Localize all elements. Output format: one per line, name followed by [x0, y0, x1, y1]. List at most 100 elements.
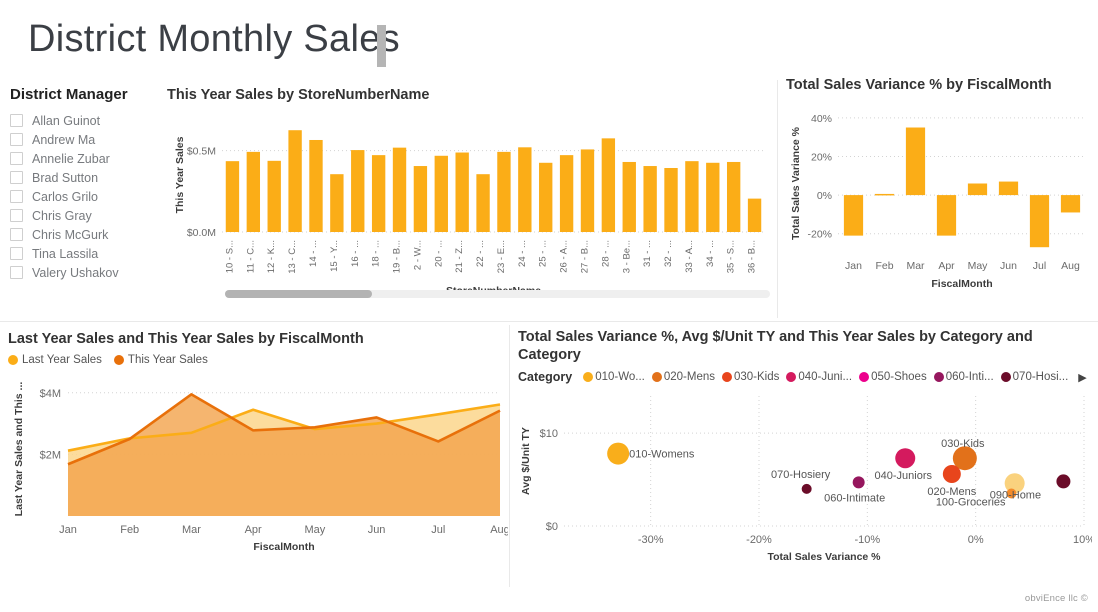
- column-chart-plot[interactable]: $0.0M $0.5MThis Year Sales 10 - S... 11 - C…: [167, 110, 767, 300]
- bar-column[interactable]: [664, 168, 678, 233]
- scatter-bubble[interactable]: [895, 448, 916, 469]
- scatter-bubble[interactable]: [607, 442, 630, 465]
- bar-column[interactable]: [497, 151, 511, 233]
- area-chart-plot[interactable]: $2M $4M Last Year Sales and This ... Jan Feb…: [8, 368, 508, 563]
- x-axis-tick-label: 32 - ...: [663, 240, 674, 267]
- y-axis-tick-label: $10: [540, 428, 558, 440]
- x-axis-tick-label: 22 - ...: [475, 240, 486, 267]
- bar-column[interactable]: [998, 181, 1019, 196]
- bar-column[interactable]: [539, 162, 553, 233]
- last-year-this-year-sales-chart[interactable]: Last Year Sales and This Year Sales by F…: [8, 330, 508, 565]
- legend-entry-070hosi[interactable]: 070-Hosi...: [1000, 371, 1068, 383]
- slicer-item-list[interactable]: Allan Guinot Andrew Ma Annelie Zubar Brad S…: [10, 111, 160, 282]
- variance-unitprice-by-category-chart[interactable]: Total Sales Variance %, Avg $/Unit TY an…: [518, 328, 1092, 568]
- checkbox-icon[interactable]: [10, 171, 23, 184]
- x-axis-tick-label: Aug: [490, 524, 508, 536]
- legend-items[interactable]: 010-Wo... 020-Mens 030-Kids 040-Juni... 050-…: [583, 371, 1068, 383]
- bar-column[interactable]: [747, 198, 762, 233]
- area-chart-legend[interactable]: Last Year Sales This Year Sales: [8, 354, 508, 366]
- x-axis-tick-label: Feb: [120, 524, 139, 536]
- bar-column[interactable]: [518, 147, 532, 233]
- x-axis-tick-label: 24 - ...: [517, 240, 528, 267]
- bar-column[interactable]: [434, 155, 448, 233]
- bar-column[interactable]: [726, 162, 741, 233]
- bar-column[interactable]: [580, 149, 595, 233]
- bar-column[interactable]: [267, 160, 281, 233]
- column-chart-scrollbar[interactable]: [225, 290, 770, 298]
- checkbox-icon[interactable]: [10, 247, 23, 260]
- bar-column[interactable]: [1029, 195, 1050, 248]
- page-title: District Monthly Sales: [28, 18, 400, 60]
- bar-column[interactable]: [559, 155, 574, 233]
- scatter-chart-plot[interactable]: $0 $10 -30% -20% -10% 0% 10% Avg $/Unit TY 010-W…: [518, 386, 1092, 571]
- checkbox-icon[interactable]: [10, 152, 23, 165]
- bar-column[interactable]: [643, 166, 657, 233]
- checkbox-icon[interactable]: [10, 190, 23, 203]
- bar-column[interactable]: [246, 151, 261, 233]
- bar-column[interactable]: [309, 140, 323, 233]
- bar-column[interactable]: [685, 161, 699, 233]
- slicer-item-chris-gray[interactable]: Chris Gray: [10, 206, 160, 225]
- this-year-sales-by-store-chart[interactable]: This Year Sales by StoreNumberName $0.0M…: [167, 86, 767, 301]
- bar-column[interactable]: [936, 195, 957, 236]
- checkbox-icon[interactable]: [10, 266, 23, 279]
- scatter-bubble[interactable]: [942, 465, 961, 484]
- scatter-bubble[interactable]: [1056, 474, 1071, 489]
- scatter-bubble[interactable]: [801, 484, 812, 495]
- legend-entry-this-year-sales[interactable]: This Year Sales: [113, 354, 208, 366]
- legend-next-arrow-icon[interactable]: ▶: [1078, 371, 1086, 384]
- bar-column[interactable]: [371, 155, 386, 233]
- bar-column[interactable]: [392, 147, 407, 233]
- slicer-item-label: Chris Gray: [32, 208, 92, 223]
- slicer-item-andrew-ma[interactable]: Andrew Ma: [10, 130, 160, 149]
- scatter-chart-legend[interactable]: Category 010-Wo... 020-Mens 030-Kids 040-Ju…: [518, 370, 1092, 384]
- x-axis-tick-label: 15 - Y...: [329, 240, 340, 272]
- legend-entry-050shoes[interactable]: 050-Shoes: [859, 371, 927, 383]
- x-axis-tick-label: May: [968, 260, 989, 272]
- slicer-item-label: Carlos Grilo: [32, 189, 98, 204]
- slicer-item-annelie-zubar[interactable]: Annelie Zubar: [10, 149, 160, 168]
- legend-entry-030kids[interactable]: 030-Kids: [721, 371, 779, 383]
- bar-column[interactable]: [905, 127, 926, 196]
- legend-entry-040juni[interactable]: 040-Juni...: [786, 371, 852, 383]
- bar-column[interactable]: [1060, 195, 1081, 213]
- slicer-item-carlos-grilo[interactable]: Carlos Grilo: [10, 187, 160, 206]
- bar-column[interactable]: [601, 138, 616, 233]
- bar-column[interactable]: [622, 162, 636, 233]
- district-manager-slicer[interactable]: District Manager Allan Guinot Andrew Ma An…: [10, 86, 160, 282]
- legend-entry-060inti[interactable]: 060-Inti...: [933, 371, 994, 383]
- bar-column[interactable]: [351, 150, 365, 233]
- variance-chart-plot[interactable]: -20% 0% 20% 40% Total Sales Variance % Jan Feb…: [786, 98, 1092, 303]
- legend-entry-010wo[interactable]: 010-Wo...: [583, 371, 645, 383]
- total-sales-variance-by-month-chart[interactable]: Total Sales Variance % by FiscalMonth -2…: [786, 76, 1092, 301]
- x-axis-tick-label: May: [304, 524, 325, 536]
- y-axis-tick-label: 40%: [811, 113, 832, 125]
- scrollbar-thumb[interactable]: [225, 290, 373, 298]
- area-series-this-year[interactable]: [68, 394, 500, 517]
- bar-column[interactable]: [874, 194, 895, 196]
- bar-column[interactable]: [455, 152, 469, 233]
- legend-entry-last-year-sales[interactable]: Last Year Sales: [8, 354, 102, 366]
- x-axis-tick-label: 21 - Z...: [454, 240, 465, 273]
- legend-entry-020mens[interactable]: 020-Mens: [651, 371, 715, 383]
- bar-column[interactable]: [967, 183, 988, 196]
- bar-column[interactable]: [288, 130, 302, 233]
- slicer-item-brad-sutton[interactable]: Brad Sutton: [10, 168, 160, 187]
- bar-column[interactable]: [476, 174, 490, 233]
- bar-column[interactable]: [330, 174, 344, 233]
- bar-column[interactable]: [843, 195, 864, 236]
- slicer-item-chris-mcgurk[interactable]: Chris McGurk: [10, 225, 160, 244]
- bar-column[interactable]: [706, 162, 720, 233]
- slicer-item-label: Annelie Zubar: [32, 151, 110, 166]
- legend-color-dot: [651, 372, 662, 383]
- checkbox-icon[interactable]: [10, 228, 23, 241]
- bar-column[interactable]: [225, 161, 240, 233]
- checkbox-icon[interactable]: [10, 114, 23, 127]
- slicer-item-valery-ushakov[interactable]: Valery Ushakov: [10, 263, 160, 282]
- slicer-item-allan-guinot[interactable]: Allan Guinot: [10, 111, 160, 130]
- checkbox-icon[interactable]: [10, 133, 23, 146]
- bar-column[interactable]: [413, 166, 428, 233]
- slicer-item-tina-lassila[interactable]: Tina Lassila: [10, 244, 160, 263]
- checkbox-icon[interactable]: [10, 209, 23, 222]
- scatter-bubble[interactable]: [852, 476, 865, 489]
